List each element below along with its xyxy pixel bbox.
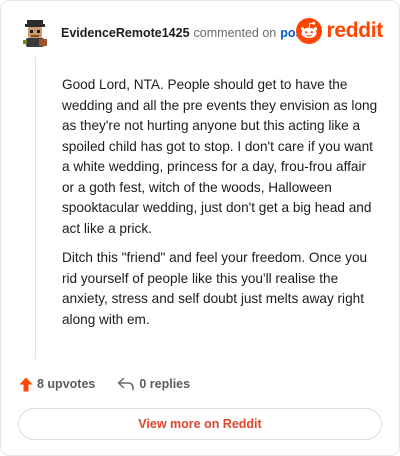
comment-meta: EvidenceRemote1425 commented on post xyxy=(61,26,307,40)
comment-paragraph: Good Lord, NTA. People should get to hav… xyxy=(62,77,378,236)
thread-line[interactable] xyxy=(35,57,36,359)
username-link[interactable]: EvidenceRemote1425 xyxy=(61,26,190,40)
user-avatar-icon xyxy=(19,17,51,49)
reply-arrow-icon xyxy=(118,377,135,391)
reply-button[interactable]: 0 replies xyxy=(117,377,190,391)
upvote-count: 8 upvotes xyxy=(37,377,96,391)
comment-header: EvidenceRemote1425 commented on post red… xyxy=(19,15,383,51)
reddit-snoo-icon xyxy=(296,18,323,44)
comment-actions: 8 upvotes 0 replies xyxy=(19,373,190,395)
view-more-on-reddit-button[interactable]: View more on Reddit xyxy=(18,408,382,440)
upvote-arrow-icon xyxy=(19,377,33,391)
avatar[interactable] xyxy=(19,17,51,49)
upvote-button[interactable]: 8 upvotes xyxy=(19,377,95,392)
reddit-wordmark: reddit xyxy=(326,19,383,42)
reddit-logo[interactable]: reddit xyxy=(296,18,383,44)
comment-body: Good Lord, NTA. People should get to hav… xyxy=(62,75,378,339)
commented-on-text: commented on xyxy=(193,26,277,40)
reply-count: 0 replies xyxy=(139,377,191,391)
comment-paragraph: Ditch this "friend" and feel your freedo… xyxy=(62,250,368,327)
comment-card: EvidenceRemote1425 commented on post red… xyxy=(0,0,400,456)
